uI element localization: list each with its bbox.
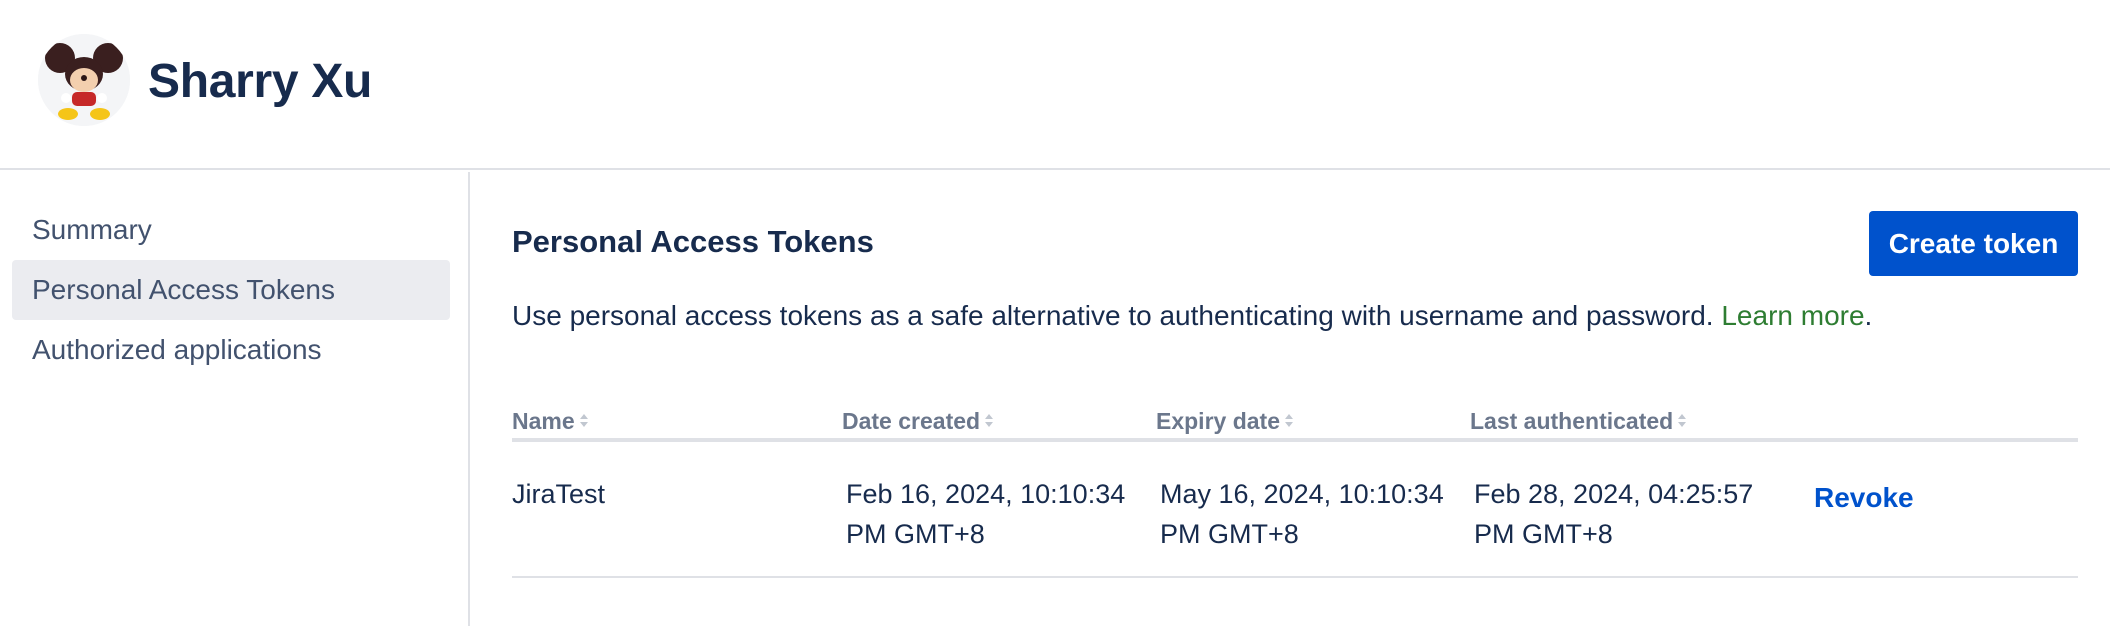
sort-icon bbox=[984, 412, 994, 430]
sort-icon bbox=[1677, 412, 1687, 430]
token-name: JiraTest bbox=[512, 479, 606, 509]
column-header-expiry-date[interactable]: Expiry date bbox=[1156, 408, 1294, 435]
sidebar-item-personal-access-tokens[interactable]: Personal Access Tokens bbox=[12, 260, 450, 320]
avatar[interactable] bbox=[38, 34, 130, 126]
description-text: Use personal access tokens as a safe alt… bbox=[512, 300, 1714, 331]
column-header-label: Date created bbox=[842, 408, 981, 434]
column-header-date-created[interactable]: Date created bbox=[842, 408, 994, 435]
column-header-label: Expiry date bbox=[1156, 408, 1280, 434]
sort-icon bbox=[1284, 412, 1294, 430]
revoke-button[interactable]: Revoke bbox=[1814, 482, 1914, 514]
main-content: Personal Access Tokens Create token Use … bbox=[472, 172, 2110, 626]
table-row: JiraTest Feb 16, 2024, 10:10:34 PM GMT+8… bbox=[512, 446, 2078, 578]
sort-icon bbox=[579, 412, 589, 430]
token-date-created: Feb 16, 2024, 10:10:34 PM GMT+8 bbox=[846, 479, 1126, 549]
avatar-image bbox=[38, 34, 130, 126]
learn-more-link[interactable]: Learn more bbox=[1721, 300, 1864, 331]
column-header-name[interactable]: Name bbox=[512, 408, 589, 435]
column-header-label: Name bbox=[512, 408, 575, 434]
column-header-last-authenticated[interactable]: Last authenticated bbox=[1470, 408, 1687, 435]
tokens-table-header: Name Date created Expiry date Last authe… bbox=[512, 408, 2078, 442]
create-token-button[interactable]: Create token bbox=[1869, 211, 2078, 276]
user-name: Sharry Xu bbox=[148, 55, 373, 108]
token-expiry-date: May 16, 2024, 10:10:34 PM GMT+8 bbox=[1160, 479, 1444, 549]
page-description: Use personal access tokens as a safe alt… bbox=[512, 300, 1872, 332]
profile-header: Sharry Xu bbox=[0, 0, 2110, 170]
token-last-authenticated: Feb 28, 2024, 04:25:57 PM GMT+8 bbox=[1474, 479, 1754, 549]
sidebar-nav: Summary Personal Access Tokens Authorize… bbox=[0, 172, 470, 626]
description-suffix: . bbox=[1864, 300, 1873, 331]
sidebar-item-authorized-applications[interactable]: Authorized applications bbox=[12, 320, 450, 380]
column-header-label: Last authenticated bbox=[1470, 408, 1674, 434]
page-title: Personal Access Tokens bbox=[512, 224, 874, 259]
sidebar-item-summary[interactable]: Summary bbox=[12, 200, 450, 260]
